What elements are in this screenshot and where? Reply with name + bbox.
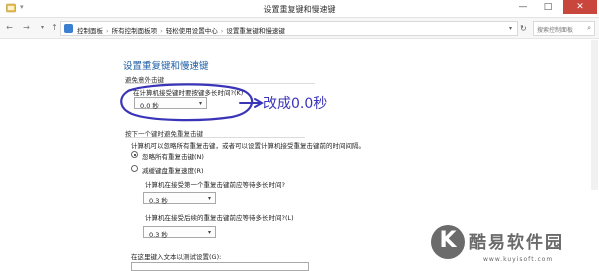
chevron-down-icon: ▾ <box>207 229 211 236</box>
first-repeat-select[interactable]: 0.3 秒 ▾ <box>143 192 216 205</box>
page-title: 设置重复键和慢速键 <box>123 61 209 72</box>
close-button[interactable]: ✕ <box>563 0 597 14</box>
navigation-bar: ← → ▾ ↑ 控制面板 › 所有控制面板项 › 轻松使用设置中心 › 设置重复键和慢速键 … <box>0 18 599 39</box>
recent-locations-dropdown[interactable]: ▾ <box>37 22 48 33</box>
maximize-button[interactable]: □ <box>536 0 560 14</box>
watermark-name: 酷易软件园 <box>469 233 564 253</box>
repeat-description: 计算机可以忽略所有重复击键，或者可以设置计算机接受重复击键前的时间间隔。 <box>131 142 365 150</box>
accept-keystroke-value: 0.0 秒 <box>140 102 159 110</box>
slow-repeat-radio[interactable] <box>131 165 138 172</box>
later-repeat-question: 计算机在接受后续的重复击键前应等待多长时间?(L) <box>145 214 294 222</box>
watermark-logo: K 酷易软件园 www.kuyisoft.com <box>421 225 599 270</box>
breadcrumb-item-current[interactable]: 设置重复键和慢速键 <box>226 27 285 35</box>
watermark-glyph: K <box>439 228 457 253</box>
back-button[interactable]: ← <box>4 22 15 33</box>
breadcrumb-item-all-items[interactable]: 所有控制面板项 <box>112 27 158 35</box>
annotation-text: 改成0.0秒 <box>263 96 328 112</box>
search-input[interactable]: 搜索控制面板 ⌕ <box>533 21 595 36</box>
first-repeat-question: 计算机在接受第一个重复击键前应等待多长时间? <box>145 181 285 189</box>
slow-repeat-label[interactable]: 减缓键盘重复速度(R) <box>142 165 204 175</box>
control-panel-icon <box>64 24 73 33</box>
address-bar[interactable]: 控制面板 › 所有控制面板项 › 轻松使用设置中心 › 设置重复键和慢速键 <box>60 21 518 36</box>
breadcrumb-item-control-panel[interactable]: 控制面板 <box>77 27 103 35</box>
window-title: 设置重复键和慢速键 <box>263 5 336 14</box>
breadcrumb-item-ease-of-access[interactable]: 轻松使用设置中心 <box>166 27 218 35</box>
watermark-url: www.kuyisoft.com <box>483 256 554 263</box>
search-placeholder: 搜索控制面板 <box>537 27 574 34</box>
accept-keystroke-select[interactable]: 0.0 秒 ▾ <box>134 97 207 110</box>
minimize-button[interactable]: — <box>511 0 535 14</box>
breadcrumb: 控制面板 › 所有控制面板项 › 轻松使用设置中心 › 设置重复键和慢速键 <box>77 25 285 35</box>
search-icon[interactable]: ⌕ <box>587 24 591 33</box>
breadcrumb-separator: › <box>160 27 163 35</box>
ignore-repeat-radio[interactable] <box>131 151 138 158</box>
later-repeat-select[interactable]: 0.3 秒 ▾ <box>143 226 216 239</box>
up-button[interactable]: ↑ <box>49 22 60 33</box>
ignore-repeat-label[interactable]: 忽略所有重复击键(N) <box>142 151 204 161</box>
address-dropdown-icon[interactable]: ▾ <box>509 25 512 32</box>
breadcrumb-separator: › <box>220 27 224 35</box>
accept-keystroke-question: 在计算机接受键时要按键多长时间?(K) <box>133 89 244 97</box>
chevron-down-icon: ▾ <box>198 100 202 107</box>
title-bar: ▾ 设置重复键和慢速键 — □ ✕ <box>0 0 599 18</box>
first-repeat-value: 0.3 秒 <box>149 197 168 205</box>
later-repeat-value: 0.3 秒 <box>149 231 168 239</box>
divider <box>125 83 315 84</box>
chevron-down-icon: ▾ <box>207 195 211 202</box>
scrollbar[interactable] <box>591 40 598 190</box>
test-label: 在这里键入文本以测试设置(G): <box>131 253 222 261</box>
divider <box>125 137 305 138</box>
breadcrumb-separator: › <box>106 27 109 35</box>
refresh-icon[interactable]: ↻ <box>520 24 527 33</box>
forward-button[interactable]: → <box>21 22 32 33</box>
